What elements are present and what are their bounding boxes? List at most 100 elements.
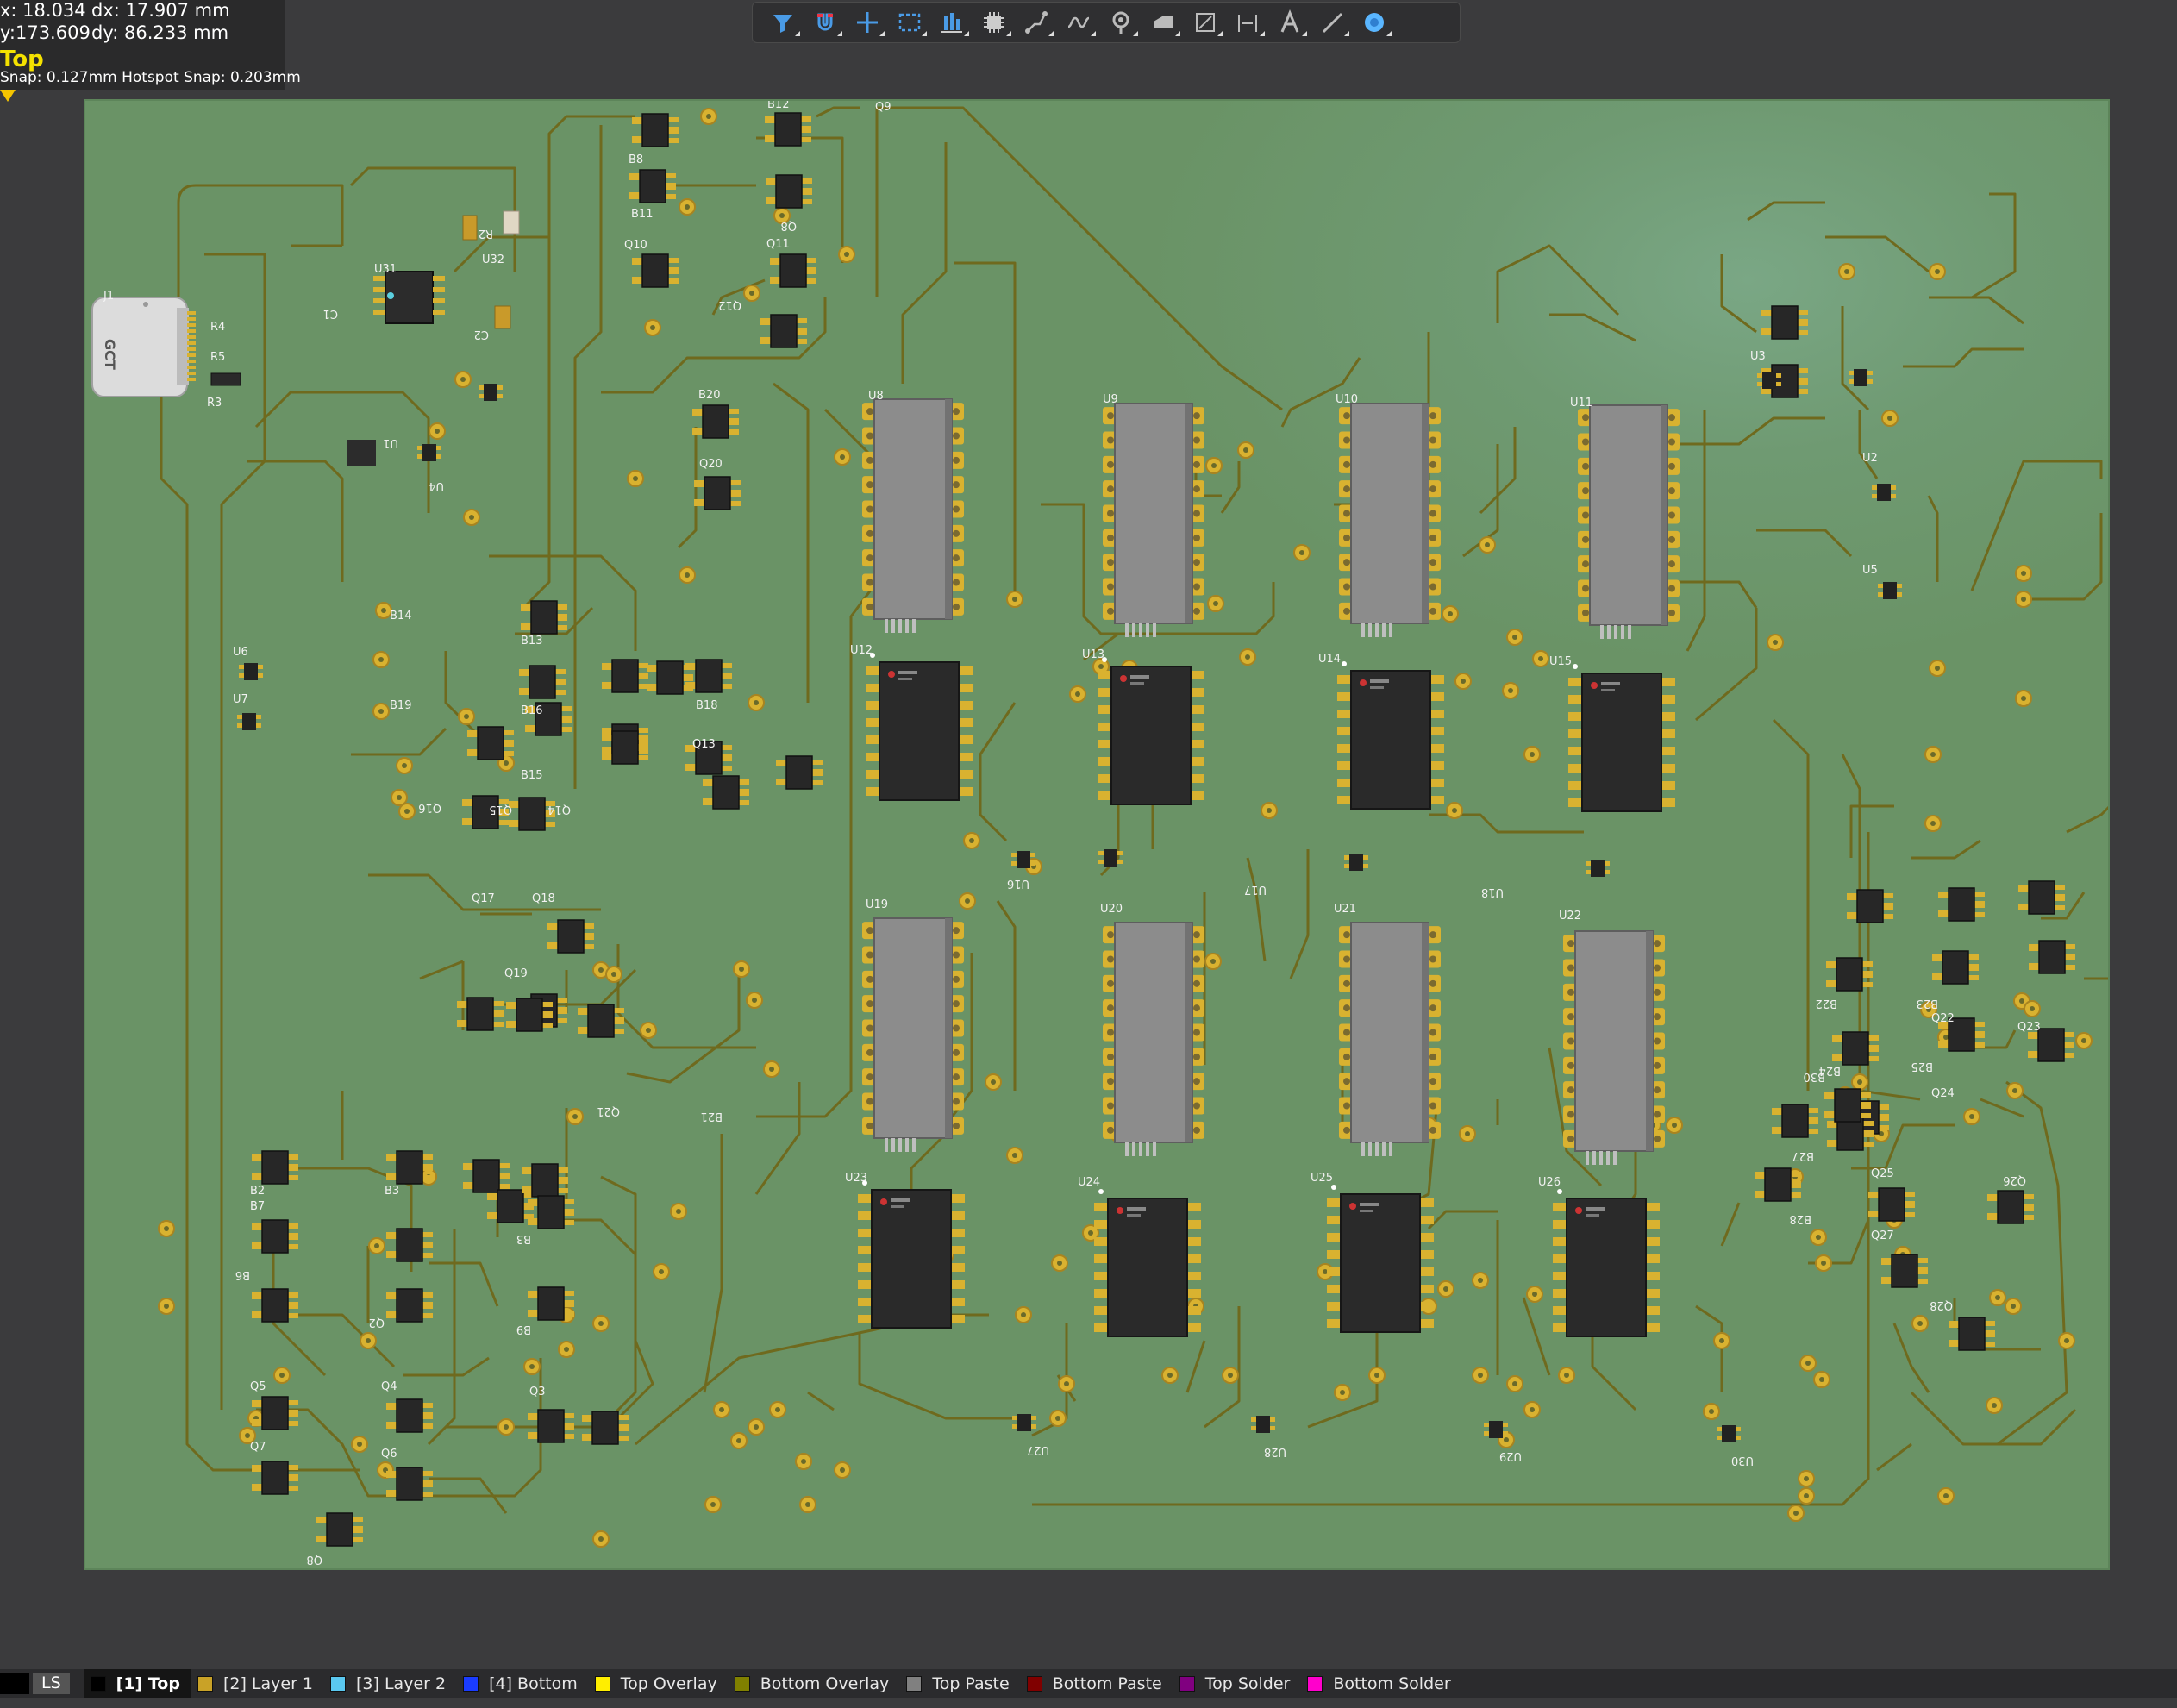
snap-magnet-button[interactable]: [804, 5, 846, 40]
ic-u24: [1094, 1189, 1201, 1337]
layer-tab-5[interactable]: Top Overlay: [588, 1669, 728, 1698]
sot-pad: [564, 1423, 574, 1430]
sot-package: [487, 1189, 534, 1223]
dip-hole: [866, 579, 873, 586]
via-hole: [1887, 416, 1892, 421]
layer-tab-6[interactable]: Bottom Overlay: [728, 1669, 900, 1698]
usb-pin: [187, 329, 196, 333]
dip-hole: [1193, 510, 1200, 517]
dip-hole: [1567, 1086, 1574, 1094]
dip-hole: [1668, 511, 1675, 519]
layer-tab-4[interactable]: [4] Bottom: [456, 1669, 588, 1698]
region-button[interactable]: [1184, 5, 1226, 40]
component-button[interactable]: [973, 5, 1015, 40]
sot-body: [261, 1219, 289, 1254]
line-button[interactable]: [1311, 5, 1353, 40]
sot-pad: [1798, 368, 1808, 373]
sot-pad: [797, 318, 807, 323]
sot-pad: [602, 747, 612, 754]
sot-pad: [1824, 1092, 1835, 1099]
sot-package: [776, 755, 823, 790]
layer-tab-1[interactable]: [1] Top: [83, 1669, 191, 1698]
sot-pad: [558, 1177, 568, 1184]
sot-pad: [1868, 1192, 1879, 1198]
polygon-button[interactable]: [1142, 5, 1184, 40]
interactive-route-button[interactable]: [1015, 5, 1057, 40]
layer-tab-label: Top Solder: [1204, 1674, 1291, 1693]
sot-pad: [499, 1163, 510, 1168]
filter-button[interactable]: [761, 5, 804, 40]
sot-pad: [1917, 1267, 1928, 1274]
sot-pad: [2064, 1042, 2074, 1048]
route-cross-icon: [856, 12, 878, 33]
sot-pad: [1772, 1108, 1782, 1115]
sot-pad: [683, 674, 693, 681]
dip-hole: [1567, 1061, 1574, 1069]
sot-pad: [564, 1300, 574, 1307]
dip-hole: [1107, 510, 1114, 517]
sot-pad: [802, 188, 812, 195]
designator-label: R3: [207, 397, 222, 410]
sot-pad: [801, 137, 811, 142]
layer-tab-3[interactable]: [3] Layer 2: [323, 1669, 456, 1698]
dip-hole: [1343, 607, 1350, 615]
via-hole: [397, 795, 402, 800]
dip-hole: [953, 927, 960, 935]
designator-label: U23: [845, 1172, 867, 1185]
designator-label: B7: [250, 1200, 265, 1213]
3d-body-button[interactable]: [1353, 5, 1395, 40]
ti-logo-icon: [1591, 682, 1598, 689]
dip-lead: [1389, 623, 1392, 637]
dip-hole: [866, 432, 873, 440]
dimension-button[interactable]: [1226, 5, 1268, 40]
small-body: [1349, 854, 1363, 871]
designator-label: B16: [521, 704, 542, 717]
dip-hole: [1654, 964, 1661, 972]
sot-pad: [509, 820, 519, 827]
layer-tab-7[interactable]: Top Paste: [899, 1669, 1019, 1698]
via-hole: [801, 1459, 806, 1464]
copper-trace: [1427, 1210, 1498, 1230]
align-button[interactable]: [930, 5, 973, 40]
sot-body: [261, 1288, 289, 1323]
copper-trace: [954, 261, 1017, 591]
layer-tab-2[interactable]: [2] Layer 1: [191, 1669, 323, 1698]
sot-pad: [288, 1410, 298, 1417]
designator-label: Q6: [381, 1448, 397, 1461]
sot-package: [632, 113, 679, 147]
small-body: [1854, 369, 1867, 386]
dip-hole: [1429, 583, 1436, 591]
copper-trace: [996, 900, 1017, 1091]
via-hole: [1879, 1131, 1884, 1136]
diff-pair-button[interactable]: [1057, 5, 1099, 40]
sot-pad: [668, 138, 679, 143]
sot-pad: [1968, 954, 1979, 960]
sot-body: [641, 113, 669, 147]
sot-package: [2018, 880, 2065, 915]
pcb-canvas[interactable]: GCT J1 R4 R5 R3 U31 U32 R2 C1 C2 U1 U4 B8 B11 B12 Q10 Q8…: [84, 99, 2110, 1570]
layer-tab-9[interactable]: Top Solder: [1173, 1669, 1301, 1698]
layer-tab-10[interactable]: Bottom Solder: [1300, 1669, 1461, 1698]
text-button[interactable]: [1268, 5, 1311, 40]
via-hole: [378, 657, 384, 662]
pcb-board[interactable]: GCT J1 R4 R5 R3 U31 U32 R2 C1 C2 U1 U4 B8 B11 B12 Q10 Q8…: [84, 99, 2110, 1570]
copper-trace: [1772, 718, 1810, 1091]
layer-tab-8[interactable]: Bottom Paste: [1020, 1669, 1173, 1698]
sot-pad: [584, 944, 594, 949]
layer-set-button[interactable]: LS: [33, 1673, 70, 1694]
dip-lead: [1628, 625, 1631, 639]
copper-trace: [1970, 460, 2103, 591]
ic-marking: [1586, 1207, 1605, 1211]
sot-package: [386, 1467, 433, 1501]
sot-pad: [1861, 1092, 1871, 1098]
sot-package: [629, 169, 676, 203]
dip-hole: [1582, 585, 1589, 592]
via-button[interactable]: [1099, 5, 1142, 40]
sot-pad: [618, 1436, 629, 1441]
copper-trace: [773, 382, 810, 703]
via-hole: [1374, 1373, 1379, 1378]
sot-pad: [806, 278, 816, 284]
select-rect-button[interactable]: [888, 5, 930, 40]
dip-hole: [1107, 412, 1114, 420]
route-cross-button[interactable]: [846, 5, 888, 40]
